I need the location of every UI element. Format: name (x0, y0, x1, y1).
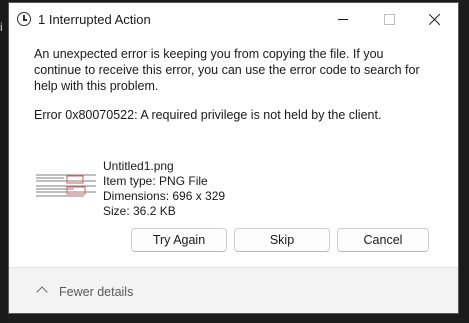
file-dimensions: Dimensions: 696 x 329 (103, 189, 226, 203)
interrupted-action-dialog: 1 Interrupted Action An unexpected error… (8, 2, 459, 314)
try-again-button[interactable]: Try Again (131, 228, 227, 252)
close-icon (429, 13, 441, 25)
background-window-fragment: i (0, 20, 3, 34)
file-name: Untitled1.png (103, 159, 174, 173)
file-size: Size: 36.2 KB (103, 204, 176, 218)
skip-button[interactable]: Skip (234, 228, 330, 252)
file-type: Item type: PNG File (103, 174, 208, 188)
maximize-icon (383, 13, 395, 25)
title-bar[interactable]: 1 Interrupted Action (9, 3, 458, 35)
cancel-button[interactable]: Cancel (337, 228, 429, 252)
clock-icon (17, 12, 31, 26)
dialog-body: An unexpected error is keeping you from … (9, 35, 458, 267)
close-button[interactable] (412, 3, 458, 35)
error-message: An unexpected error is keeping you from … (34, 47, 420, 93)
minimize-button[interactable] (320, 3, 366, 35)
minimize-icon (338, 18, 348, 20)
dialog-title: 1 Interrupted Action (38, 12, 151, 27)
error-code: Error 0x80070522: A required privilege i… (34, 108, 382, 122)
file-thumbnail (34, 171, 98, 202)
desktop-background (0, 0, 8, 323)
file-details: Untitled1.png Item type: PNG File Dimens… (103, 159, 225, 219)
chevron-up-icon (36, 286, 48, 298)
details-footer[interactable]: Fewer details (9, 267, 458, 313)
maximize-button (366, 3, 412, 35)
fewer-details-toggle[interactable]: Fewer details (59, 285, 133, 299)
